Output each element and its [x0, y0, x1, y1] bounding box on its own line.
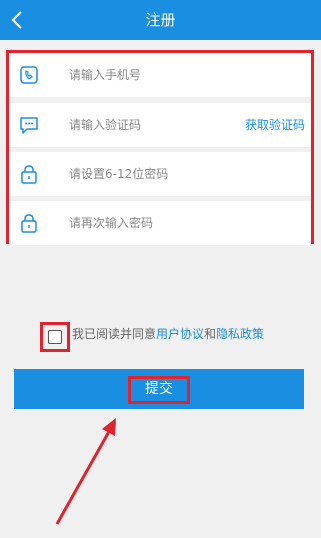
registration-form: 请输入手机号 请输入验证码 获取验证码 请设置6-12位密码 请再次输入密码	[6, 50, 314, 245]
title-bar: 注册	[0, 0, 321, 40]
agreement-and: 和	[204, 327, 217, 341]
privacy-policy-link[interactable]: 隐私政策	[216, 327, 264, 341]
phone-icon	[20, 66, 38, 84]
lock-icon	[21, 165, 37, 184]
submit-button[interactable]: 提交	[14, 369, 304, 409]
lock-icon	[21, 214, 37, 233]
phone-field[interactable]: 请输入手机号	[9, 53, 311, 97]
password-field[interactable]: 请设置6-12位密码	[9, 152, 311, 196]
agreement-checkbox-highlight	[40, 322, 70, 352]
phone-placeholder: 请输入手机号	[69, 68, 142, 82]
verification-code-field[interactable]: 请输入验证码 获取验证码	[9, 103, 311, 147]
confirm-password-field[interactable]: 请再次输入密码	[9, 201, 311, 245]
user-agreement-link[interactable]: 用户协议	[156, 327, 204, 341]
get-code-button[interactable]: 获取验证码	[245, 103, 305, 147]
page-title: 注册	[145, 11, 176, 29]
agreement-prefix: 我已阅读并同意	[72, 327, 157, 341]
submit-label: 提交	[145, 381, 173, 397]
message-icon	[20, 117, 38, 134]
code-placeholder: 请输入验证码	[69, 118, 142, 132]
confirm-placeholder: 请再次输入密码	[69, 216, 154, 230]
password-placeholder: 请设置6-12位密码	[69, 167, 169, 181]
agreement-text: 我已阅读并同意用户协议和隐私政策	[72, 326, 264, 342]
agreement-checkbox[interactable]	[48, 330, 62, 344]
